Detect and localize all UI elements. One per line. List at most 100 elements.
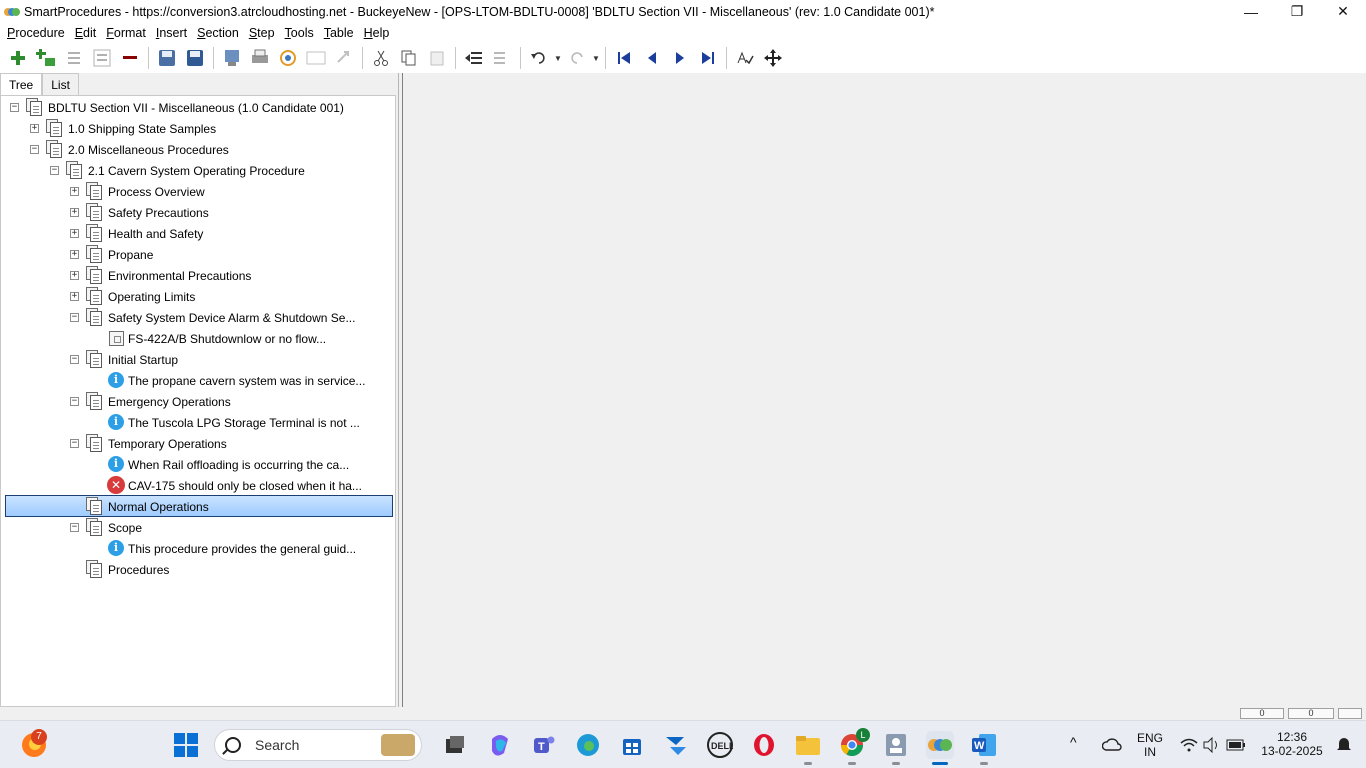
clock[interactable]: 12:36 13-02-2025 [1256,730,1328,758]
tree-node[interactable]: + Propane [1,244,395,265]
opera-icon[interactable] [750,731,778,759]
dell-icon[interactable]: DELL [706,731,734,759]
print-icon[interactable] [249,47,271,69]
tree-node[interactable]: Procedures [1,559,395,580]
power-automate-icon[interactable] [662,731,690,759]
save-icon[interactable] [184,47,206,69]
file-explorer-icon[interactable] [794,731,822,759]
smartprocedures-taskbar-icon[interactable] [926,731,954,759]
minimize-button[interactable]: — [1228,0,1274,23]
expand-icon[interactable]: + [70,187,79,196]
tree-node[interactable]: Normal Operations [1,496,395,517]
redo-dropdown-icon[interactable] [566,47,588,69]
tab-tree[interactable]: Tree [0,73,43,96]
notification-center-icon[interactable] [1330,731,1358,759]
expand-icon[interactable]: + [70,229,79,238]
expand-icon[interactable]: + [30,124,39,133]
tree-node[interactable]: − Emergency Operations [1,391,395,412]
previous-icon[interactable] [641,47,663,69]
add-child-icon[interactable] [35,47,57,69]
collapse-icon[interactable]: − [50,166,59,175]
outdent-list-icon[interactable] [91,47,113,69]
collapse-icon[interactable]: − [30,145,39,154]
undo-dropdown-icon[interactable]: ▼ [553,54,563,63]
undo-icon[interactable] [528,47,550,69]
next-icon[interactable] [669,47,691,69]
menu-table[interactable]: Table [319,26,359,40]
spell-check-icon[interactable] [734,47,756,69]
collapse-icon[interactable]: − [70,397,79,406]
view-icon[interactable] [305,47,327,69]
panel-splitter[interactable] [398,73,403,707]
tree-node[interactable]: i The Tuscola LPG Storage Terminal is not… [1,412,395,433]
indent-list-icon[interactable] [63,47,85,69]
move-icon[interactable] [762,47,784,69]
procedure-tree[interactable]: − BDLTU Section VII - Miscellaneous (1.0 … [0,95,396,707]
contacts-app-icon[interactable] [882,731,910,759]
collapse-icon[interactable]: − [70,439,79,448]
add-icon[interactable] [7,47,29,69]
first-icon[interactable] [613,47,635,69]
tree-node[interactable]: − 2.1 Cavern System Operating Procedure [1,160,395,181]
tree-node[interactable]: FS-422A/B Shutdownlow or no flow... [1,328,395,349]
tree-node[interactable]: +1.0 Shipping State Samples [1,118,395,139]
menu-section[interactable]: Section [192,26,244,40]
tree-node[interactable]: i The propane cavern system was in servic… [1,370,395,391]
tab-list[interactable]: List [42,73,79,95]
collapse-icon[interactable]: − [10,103,19,112]
tree-node[interactable]: − 2.0 Miscellaneous Procedures [1,139,395,160]
tree-node[interactable]: − Initial Startup [1,349,395,370]
start-icon[interactable] [172,731,200,759]
last-icon[interactable] [697,47,719,69]
publish-icon[interactable] [221,47,243,69]
expand-icon[interactable]: + [70,250,79,259]
tree-node[interactable]: ✕ CAV-175 should only be closed when it h… [1,475,395,496]
tree-node[interactable]: + Operating Limits [1,286,395,307]
tree-node[interactable]: + Safety Precautions [1,202,395,223]
menu-step[interactable]: Step [244,26,280,40]
onedrive-sync-icon[interactable] [1098,731,1126,759]
tree-node[interactable]: + Health and Safety [1,223,395,244]
menu-insert[interactable]: Insert [151,26,192,40]
redo-icon[interactable] [333,47,355,69]
taskbar-search[interactable]: Search [214,729,422,761]
language-indicator[interactable]: ENG IN [1134,731,1166,759]
tray-chevron-icon[interactable]: ^ [1070,735,1077,749]
tree-node[interactable]: − BDLTU Section VII - Miscellaneous (1.0 … [1,97,395,118]
copilot-icon[interactable] [486,731,514,759]
word-icon[interactable]: W [970,731,998,759]
expand-icon[interactable]: + [70,208,79,217]
move-right-icon[interactable] [491,47,513,69]
expand-icon[interactable]: + [70,271,79,280]
menu-tools[interactable]: Tools [280,26,319,40]
tree-node[interactable]: − Safety System Device Alarm & Shutdown S… [1,307,395,328]
copy-icon[interactable] [398,47,420,69]
tree-node[interactable]: i When Rail offloading is occurring the c… [1,454,395,475]
collapse-icon[interactable]: − [70,313,79,322]
menu-help[interactable]: Help [359,26,395,40]
refresh-icon[interactable] [277,47,299,69]
menu-procedure[interactable]: Procedure [2,26,70,40]
tree-node[interactable]: − Scope [1,517,395,538]
battery-icon[interactable] [1222,731,1250,759]
collapse-icon[interactable]: − [70,523,79,532]
collapse-icon[interactable]: − [70,355,79,364]
tree-node[interactable]: + Environmental Precautions [1,265,395,286]
redo-dropdown-arrow-icon[interactable]: ▼ [591,54,601,63]
teams-icon[interactable]: T [530,731,558,759]
edge-icon[interactable] [574,731,602,759]
tree-node[interactable]: − Temporary Operations [1,433,395,454]
task-view-icon[interactable] [441,731,469,759]
paste-icon[interactable] [426,47,448,69]
move-left-icon[interactable] [463,47,485,69]
store-icon[interactable] [618,731,646,759]
expand-icon[interactable]: + [70,292,79,301]
menu-edit[interactable]: Edit [70,26,102,40]
save-all-icon[interactable] [156,47,178,69]
tree-node[interactable]: + Process Overview [1,181,395,202]
tree-node[interactable]: i This procedure provides the general gui… [1,538,395,559]
remove-icon[interactable] [119,47,141,69]
menu-format[interactable]: Format [101,26,151,40]
close-button[interactable]: ✕ [1320,0,1366,23]
cut-icon[interactable] [370,47,392,69]
